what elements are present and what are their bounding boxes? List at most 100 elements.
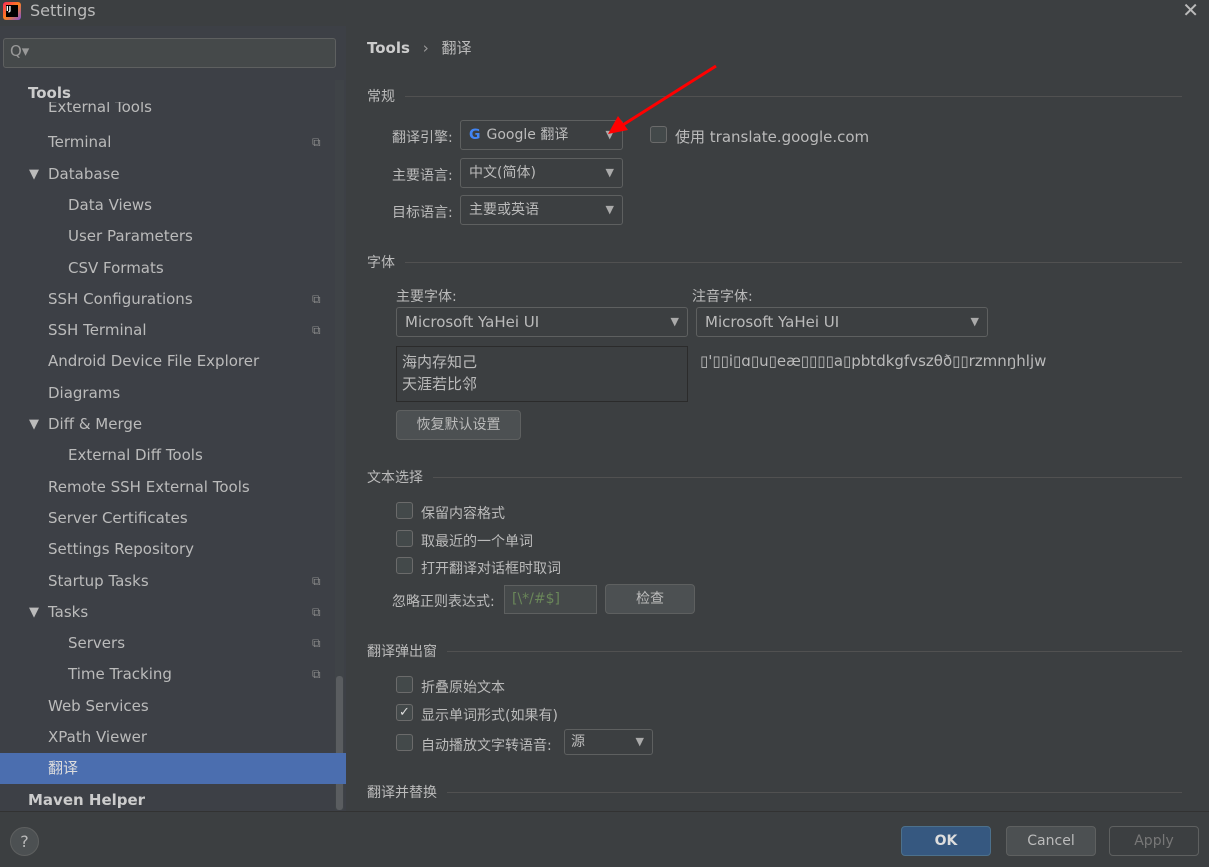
sidebar-item-label: Terminal [48,133,112,152]
project-settings-icon: ⧉ [312,135,321,150]
section-general: 常规 [367,86,1182,106]
help-button[interactable]: ? [10,827,39,856]
sidebar-item-label: Settings Repository [48,540,195,559]
sidebar-item-label: Time Tracking [68,665,172,684]
use-google-label: 使用 translate.google.com [675,128,870,146]
sidebar-item-label: Startup Tasks [48,571,149,590]
sidebar-item[interactable]: SSH Configurations ⧉ [0,284,335,315]
option-label: 打开翻译对话框时取词 [421,561,561,577]
section-replace: 翻译并替换 [367,782,1182,802]
check-button[interactable]: 检查 [605,584,695,614]
sidebar-item[interactable]: CSV Formats [0,253,335,284]
breadcrumb-root[interactable]: Tools [367,39,410,57]
option-checkbox[interactable]: ✓ [396,703,413,721]
sidebar-item-label: CSV Formats [68,258,164,277]
section-title: 常规 [367,89,395,105]
chevron-down-icon: ▼ [605,203,614,216]
project-settings-icon: ⧉ [312,636,321,651]
google-icon: G [469,127,481,143]
regex-label: 忽略正则表达式: [392,594,495,610]
reset-defaults-button[interactable]: 恢复默认设置 [396,410,521,440]
regex-input[interactable]: [\*/#$] [504,585,597,614]
section-title: 翻译并替换 [367,785,437,801]
sidebar-item[interactable]: Settings Repository [0,534,335,565]
use-google-checkbox[interactable] [650,126,667,143]
option-checkbox[interactable] [396,529,413,547]
sidebar-item-label: Remote SSH External Tools [48,477,250,496]
sidebar-item[interactable]: Android Device File Explorer [0,346,335,377]
apply-button[interactable]: Apply [1109,826,1199,856]
regex-value: [\*/#$] [512,591,560,607]
section-title: 翻译弹出窗 [367,644,437,660]
sidebar-item-label: SSH Terminal [48,321,147,340]
tts-value: 源 [571,734,585,750]
project-settings-icon: ⧉ [312,291,321,306]
engine-value: Google 翻译 [486,127,569,143]
sidebar-item[interactable]: Servers ⧉ [0,628,335,659]
section-text-selection: 文本选择 [367,467,1182,487]
chevron-down-icon: ▼ [670,315,679,328]
window-title: Settings [30,1,96,20]
project-settings-icon: ⧉ [312,604,321,619]
chevron-down-icon: ▼ [970,315,979,328]
phonetic-font-select[interactable]: Microsoft YaHei UI ▼ [696,307,988,337]
sidebar-item-label: Database [48,164,120,183]
sidebar-item[interactable]: ▼ Database [0,159,335,190]
sidebar-group-header: Tools [28,84,328,102]
tts-select[interactable]: 源 ▼ [564,729,653,755]
expand-arrow-icon[interactable]: ▼ [29,159,39,190]
target-language-select[interactable]: 主要或英语 ▼ [460,195,623,225]
sidebar-item[interactable]: Server Certificates [0,503,335,534]
sidebar-item-label: Tasks [48,602,89,621]
sidebar-item[interactable]: 翻译 [0,753,346,785]
option-checkbox[interactable] [396,502,413,519]
section-popup: 翻译弹出窗 [367,641,1182,661]
search-icon: Q▾ [10,42,30,60]
sidebar-item[interactable]: Remote SSH External Tools [0,472,335,503]
ok-button[interactable]: OK [901,826,991,856]
option-label: 折叠原始文本 [421,680,505,696]
sidebar-item[interactable]: External Diff Tools [0,440,335,471]
target-language-label: 目标语言: [392,205,453,221]
expand-arrow-icon[interactable]: ▼ [29,409,39,440]
sidebar-item[interactable]: XPath Viewer [0,722,335,753]
sidebar-item[interactable]: Web Services [0,691,335,722]
option-checkbox[interactable] [396,557,413,574]
title-bar: IJ Settings ✕ [0,0,1209,24]
sidebar-item[interactable]: Data Views [0,190,335,221]
font-preview: 海内存知己 天涯若比邻 [396,346,688,402]
primary-language-value: 中文(简体) [469,165,536,181]
tts-checkbox[interactable] [396,734,413,751]
option-checkbox[interactable] [396,676,413,693]
expand-arrow-icon[interactable]: ▼ [29,597,39,628]
close-icon[interactable]: ✕ [1182,0,1199,22]
search-input[interactable]: Q▾ [3,38,336,68]
cancel-button[interactable]: Cancel [1006,826,1096,856]
sidebar-item[interactable]: ▼ Tasks ⧉ [0,597,335,628]
engine-select[interactable]: G Google 翻译 ▼ [460,120,623,150]
sidebar-item[interactable]: SSH Terminal ⧉ [0,315,335,346]
sidebar-item-label: Server Certificates [48,508,188,527]
target-language-value: 主要或英语 [469,202,539,218]
project-settings-icon: ⧉ [312,573,321,588]
sidebar-item[interactable]: Terminal ⧉ [0,127,335,158]
section-font: 字体 [367,252,1182,272]
sidebar-item[interactable]: Time Tracking ⧉ [0,659,335,690]
sidebar-scrollbar-thumb[interactable] [336,676,343,810]
sidebar-item[interactable]: User Parameters [0,221,335,252]
sidebar-item-label: Servers [68,634,126,653]
sidebar-item[interactable]: Startup Tasks ⧉ [0,566,335,597]
engine-label: 翻译引擎: [392,130,453,146]
option-label: 保留内容格式 [421,506,505,522]
preview-line: 海内存知己 [402,353,478,371]
primary-font-select[interactable]: Microsoft YaHei UI ▼ [396,307,688,337]
sidebar-item-label: Data Views [68,195,152,214]
sidebar-item-label: 翻译 [48,759,79,778]
sidebar-item[interactable]: Diagrams [0,378,335,409]
sidebar-item[interactable]: ▼ Diff & Merge [0,409,335,440]
sidebar-item-label: Diff & Merge [48,415,143,433]
option-label: 显示单词形式(如果有) [421,707,558,724]
app-logo-icon: IJ [3,2,21,20]
sidebar-item-label: External Diff Tools [68,446,203,465]
primary-language-select[interactable]: 中文(简体) ▼ [460,158,623,188]
